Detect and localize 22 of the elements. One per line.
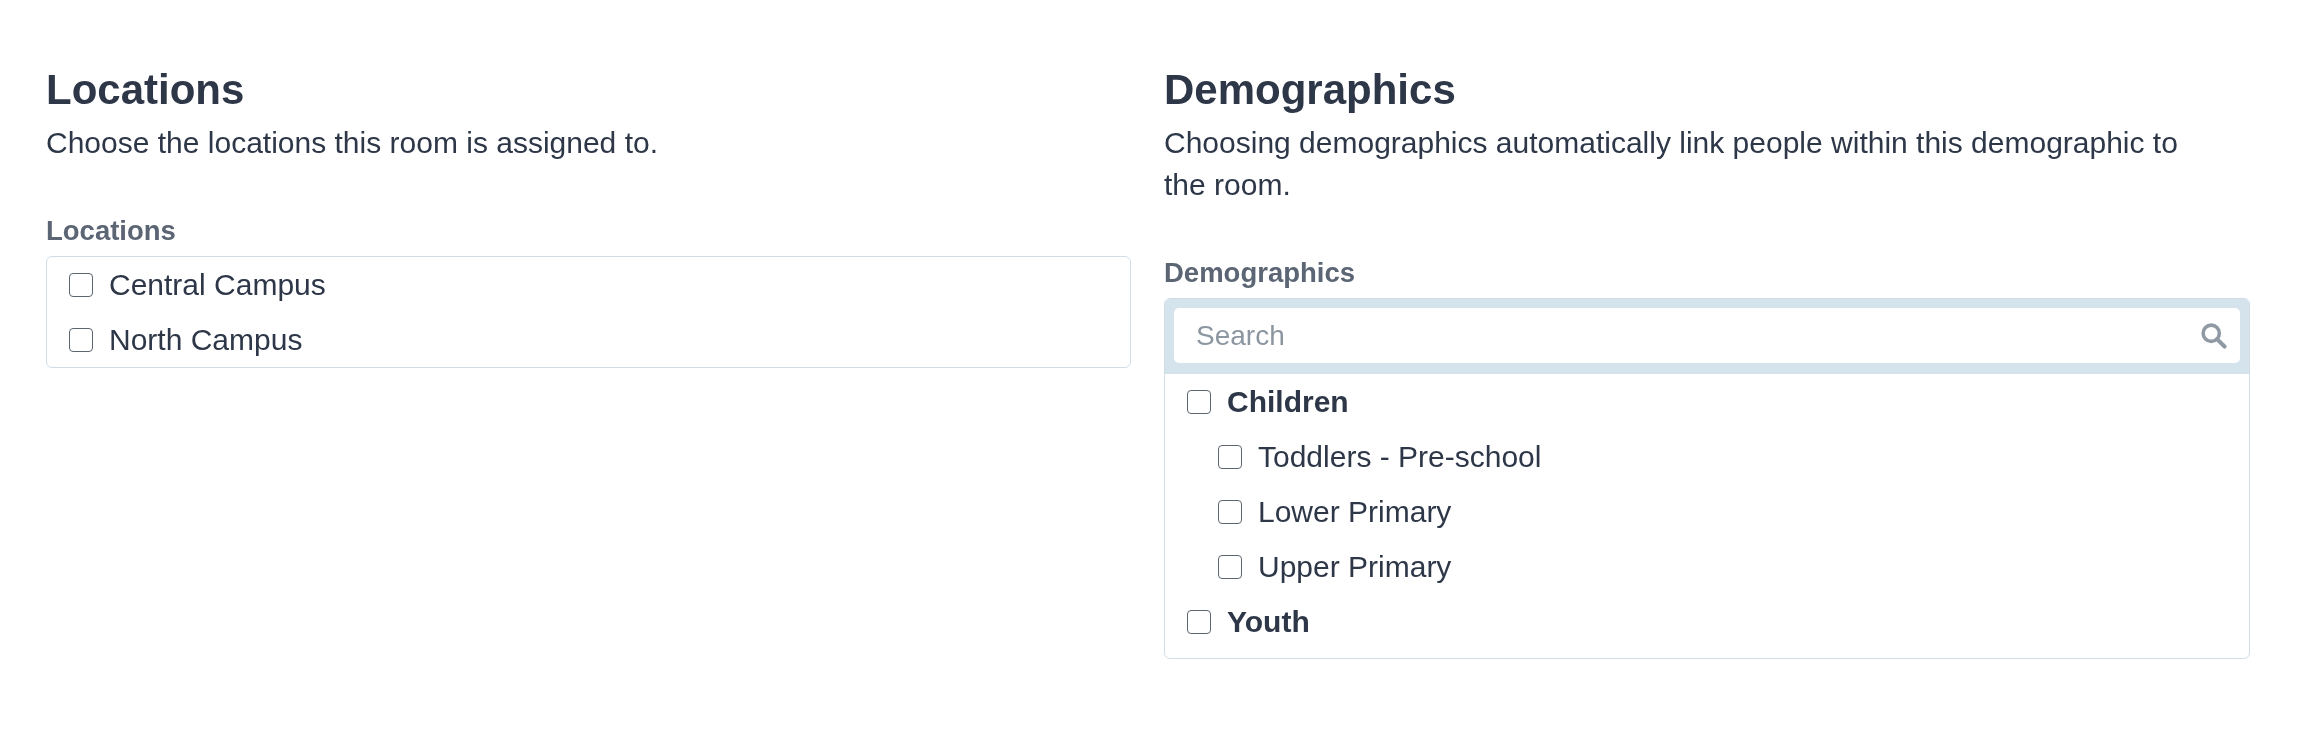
section-title: Demographics [1164,65,1456,115]
checkbox[interactable] [69,272,93,297]
search-field[interactable]: Search [1174,308,2240,363]
section-title: Locations [46,65,245,115]
checkbox[interactable] [69,327,93,352]
option-label[interactable]: Central Campus [109,264,326,305]
option-label[interactable]: North Campus [109,319,303,360]
checkbox[interactable] [1218,444,1242,469]
checkbox[interactable] [1187,389,1211,414]
field-label: Demographics [1164,256,1356,290]
section-description: Choose the locations this room is assigned to. [46,125,659,161]
section-description: Choosing demographics automatically link people within this demographic to the room. [1164,125,2179,203]
option-label[interactable]: Toddlers - Pre-school [1258,436,1542,477]
option-label[interactable]: Youth [1227,601,1310,642]
field-label: Locations [46,214,176,248]
option-label[interactable]: Upper Primary [1258,546,1452,587]
option-label[interactable]: Children [1227,381,1349,422]
checkbox[interactable] [1218,554,1242,579]
option-label[interactable]: Lower Primary [1258,491,1452,532]
search-icon [2200,322,2227,349]
checkbox[interactable] [1187,609,1211,634]
checkbox[interactable] [1218,499,1242,524]
